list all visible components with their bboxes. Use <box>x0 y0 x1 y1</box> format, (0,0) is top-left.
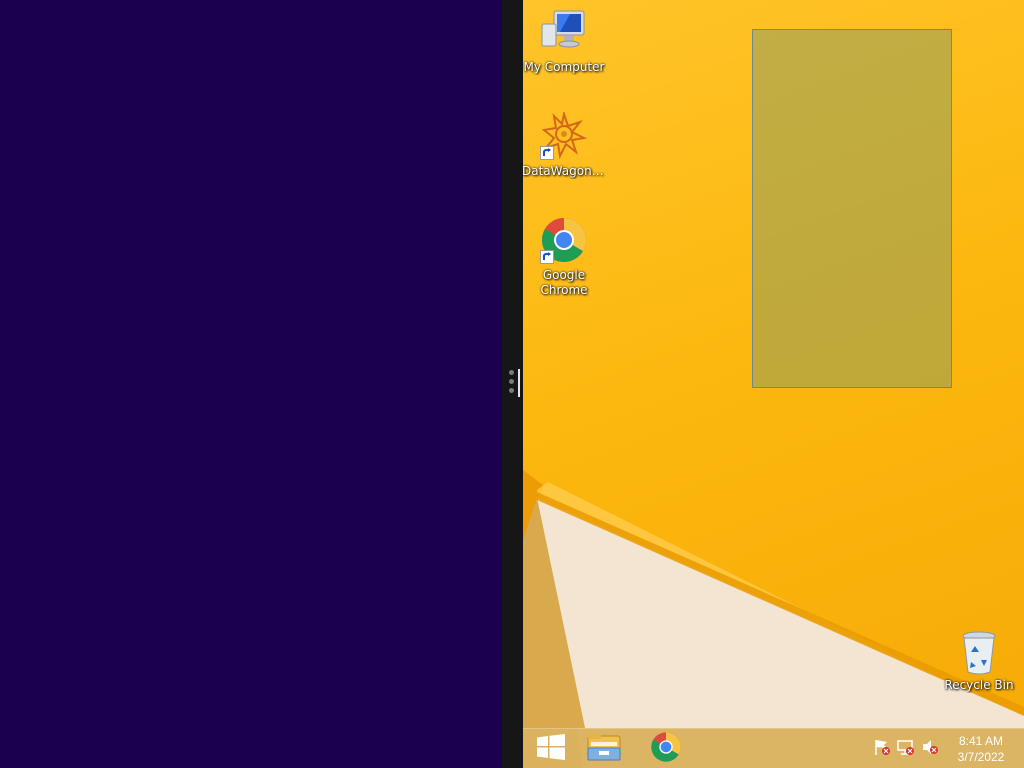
desktop-icon-label: Recycle Bin <box>944 678 1014 692</box>
speaker-muted-icon <box>921 738 939 760</box>
taskbar-file-explorer-button[interactable] <box>576 729 632 768</box>
snap-grip-icon[interactable] <box>509 370 515 400</box>
screen: My Computer DataWagon.... Google Chrome … <box>0 0 1024 768</box>
taskbar-chrome-button[interactable] <box>638 729 694 768</box>
taskbar-clock[interactable]: 8:41 AM 3/7/2022 <box>945 733 1017 765</box>
network-icon <box>897 738 915 760</box>
clock-time: 8:41 AM <box>958 734 1004 748</box>
taskbar: 8:41 AM 3/7/2022 <box>523 728 1024 768</box>
recycle-bin-icon <box>959 630 999 675</box>
chrome-icon <box>540 216 588 264</box>
computer-icon <box>540 8 588 56</box>
clock-date: 3/7/2022 <box>957 750 1005 764</box>
shortcut-arrow-icon <box>540 250 554 264</box>
desktop[interactable]: My Computer DataWagon.... Google Chrome … <box>523 0 1024 768</box>
snap-divider-line <box>518 369 520 397</box>
volume-button[interactable] <box>919 729 941 768</box>
desktop-icon-my-computer[interactable]: My Computer <box>523 8 606 75</box>
desktop-icon-google-chrome[interactable]: Google Chrome <box>523 216 606 298</box>
desktop-icon-recycle-bin[interactable]: Recycle Bin <box>937 630 1021 693</box>
desktop-icon-datawagon[interactable]: DataWagon.... <box>523 110 606 179</box>
desktop-icon-label: DataWagon.... <box>523 164 606 178</box>
chrome-icon <box>650 731 682 767</box>
selection-rectangle <box>752 29 952 388</box>
shortcut-arrow-icon <box>540 146 554 160</box>
snap-divider[interactable] <box>502 0 523 768</box>
flag-icon <box>873 738 891 760</box>
action-center-button[interactable] <box>871 729 893 768</box>
desktop-icon-label: Google Chrome <box>540 268 588 297</box>
start-screen-pane[interactable] <box>0 0 502 768</box>
start-button[interactable] <box>523 729 579 768</box>
desktop-icon-label: My Computer <box>523 60 605 74</box>
network-button[interactable] <box>895 729 917 768</box>
datawagon-icon <box>540 110 588 160</box>
windows-logo-icon <box>537 734 565 764</box>
folder-icon <box>587 732 621 766</box>
